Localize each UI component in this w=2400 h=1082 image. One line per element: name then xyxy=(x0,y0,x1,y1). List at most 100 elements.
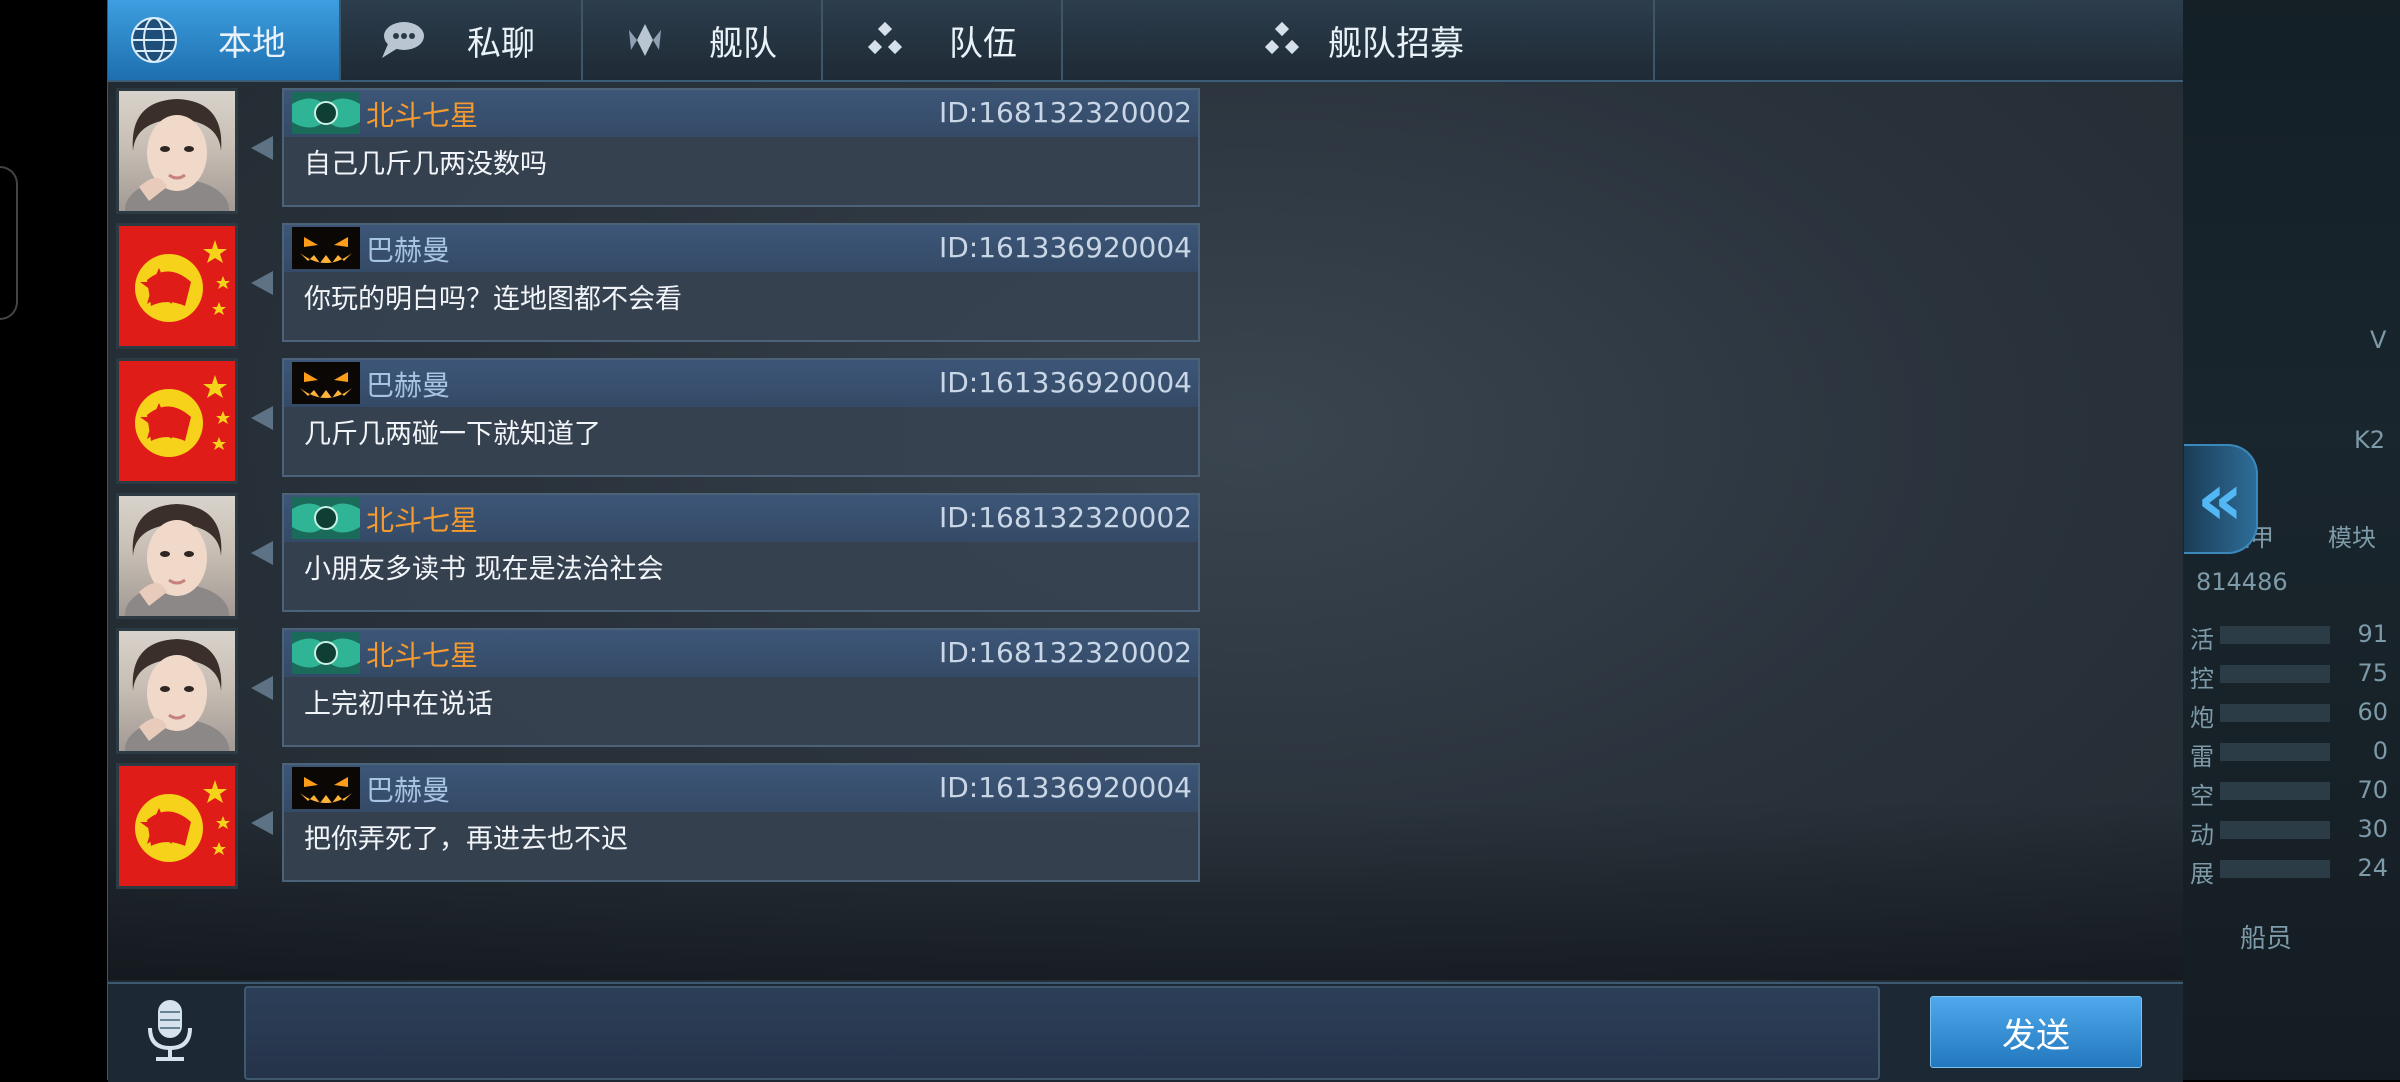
message-text: 几斤几两碰一下就知道了 xyxy=(304,419,601,450)
double-chevron-left-icon: « xyxy=(2196,457,2244,541)
screen-edge-notch xyxy=(0,166,18,320)
bg-stat-label: 活 xyxy=(2190,626,2214,654)
bubble-pointer xyxy=(251,541,273,565)
bubble-pointer xyxy=(251,406,273,430)
message-text: 小朋友多读书 现在是法治社会 xyxy=(304,554,664,585)
tab-fleet-recruit[interactable]: 舰队招募 xyxy=(1065,0,1655,80)
game-screen: 814486 装甲 模块 V K2 活91控75炮60雷0空70动30展24 船… xyxy=(0,0,2400,1082)
message-bubble: 北斗七星 ID:168132320002 上完初中在说话 xyxy=(282,628,1200,747)
bubble-pointer xyxy=(251,136,273,160)
bg-stat-label: 动 xyxy=(2190,821,2214,849)
collapse-panel-button[interactable]: « xyxy=(2184,444,2258,554)
sender-id: ID:161336920004 xyxy=(938,771,1192,804)
message-bubble: 北斗七星 ID:168132320002 自己几斤几两没数吗 xyxy=(282,88,1200,207)
chat-message: 北斗七星 ID:168132320002 小朋友多读书 现在是法治社会 xyxy=(116,493,1201,623)
bg-label-module: 模块 xyxy=(2328,524,2376,552)
message-text: 把你弄死了，再进去也不迟 xyxy=(304,824,628,855)
chat-message: 巴赫曼 ID:161336920004 几斤几两碰一下就知道了 xyxy=(116,358,1201,488)
bg-stat-value: 75 xyxy=(2357,659,2388,687)
sender-name[interactable]: 北斗七星 xyxy=(366,499,478,539)
sender-id: ID:168132320002 xyxy=(938,501,1192,534)
team-dots-icon xyxy=(1254,12,1310,68)
tab-private-chat[interactable]: 私聊 xyxy=(343,0,583,80)
avatar[interactable] xyxy=(116,358,238,484)
bg-stat-bar xyxy=(2220,782,2330,800)
chat-bubble-icon xyxy=(375,12,431,68)
chat-tab-bar: 本地 私聊 舰队 队伍 舰队招募 xyxy=(108,0,2183,82)
bg-stat-value: 0 xyxy=(2372,737,2388,765)
tab-label: 舰队 xyxy=(709,23,777,64)
avatar[interactable] xyxy=(116,763,238,889)
globe-icon xyxy=(126,12,182,68)
sender-id: ID:168132320002 xyxy=(938,636,1192,669)
bg-stat-bar xyxy=(2220,821,2330,839)
sender-id: ID:161336920004 xyxy=(938,366,1192,399)
avatar[interactable] xyxy=(116,88,238,214)
bg-stat-value: 70 xyxy=(2357,776,2388,804)
bg-stat-value: 30 xyxy=(2357,815,2388,843)
message-text: 你玩的明白吗？连地图都不会看 xyxy=(304,284,682,315)
chat-message: 巴赫曼 ID:161336920004 把你弄死了，再进去也不迟 xyxy=(116,763,1201,893)
microphone-icon xyxy=(148,1000,192,1061)
message-header: 巴赫曼 ID:161336920004 xyxy=(284,765,1198,812)
tab-team[interactable]: 队伍 xyxy=(825,0,1063,80)
sender-id: ID:161336920004 xyxy=(938,231,1192,264)
message-header: 北斗七星 ID:168132320002 xyxy=(284,90,1198,137)
bg-stat-bar xyxy=(2220,743,2330,761)
chat-message: 北斗七星 ID:168132320002 上完初中在说话 xyxy=(116,628,1201,758)
message-bubble: 巴赫曼 ID:161336920004 把你弄死了，再进去也不迟 xyxy=(282,763,1200,882)
avatar[interactable] xyxy=(116,628,238,754)
bg-label-k: K2 xyxy=(2354,426,2386,454)
message-bubble: 北斗七星 ID:168132320002 小朋友多读书 现在是法治社会 xyxy=(282,493,1200,612)
bg-stat-label: 控 xyxy=(2190,665,2214,693)
bg-id-fragment: 814486 xyxy=(2196,568,2288,596)
bg-crew-label: 船员 xyxy=(2240,924,2293,954)
bubble-pointer xyxy=(251,271,273,295)
sender-name[interactable]: 巴赫曼 xyxy=(366,769,450,809)
pumpkin-badge-icon xyxy=(292,227,360,269)
bg-stat-value: 60 xyxy=(2357,698,2388,726)
message-bubble: 巴赫曼 ID:161336920004 你玩的明白吗？连地图都不会看 xyxy=(282,223,1200,342)
sender-name[interactable]: 巴赫曼 xyxy=(366,229,450,269)
message-text: 自己几斤几两没数吗 xyxy=(304,149,547,180)
tab-label: 私聊 xyxy=(467,23,535,64)
bg-stat-bar xyxy=(2220,704,2330,722)
tab-label: 舰队招募 xyxy=(1328,23,1464,64)
bg-stat-bar xyxy=(2220,860,2330,878)
message-header: 巴赫曼 ID:161336920004 xyxy=(284,225,1198,272)
tab-label: 队伍 xyxy=(949,23,1017,64)
bg-stat-label: 空 xyxy=(2190,782,2214,810)
pumpkin-badge-icon xyxy=(292,362,360,404)
chat-message: 北斗七星 ID:168132320002 自己几斤几两没数吗 xyxy=(116,88,1201,218)
send-button[interactable]: 发送 xyxy=(1930,996,2142,1068)
chat-input[interactable] xyxy=(244,986,1880,1080)
bg-stat-label: 炮 xyxy=(2190,704,2214,732)
sender-name[interactable]: 北斗七星 xyxy=(366,634,478,674)
message-text: 上完初中在说话 xyxy=(304,689,493,720)
tab-fleet[interactable]: 舰队 xyxy=(585,0,823,80)
bg-label-v: V xyxy=(2370,326,2387,354)
green-emblem-badge-icon xyxy=(292,632,360,674)
message-header: 北斗七星 ID:168132320002 xyxy=(284,630,1198,677)
green-emblem-badge-icon xyxy=(292,92,360,134)
bubble-pointer xyxy=(251,676,273,700)
bubble-pointer xyxy=(251,811,273,835)
bg-stat-bar xyxy=(2220,626,2330,644)
tab-local[interactable]: 本地 xyxy=(108,0,341,80)
green-emblem-badge-icon xyxy=(292,497,360,539)
sender-name[interactable]: 巴赫曼 xyxy=(366,364,450,404)
voice-input-button[interactable] xyxy=(130,990,210,1070)
message-bubble: 巴赫曼 ID:161336920004 几斤几两碰一下就知道了 xyxy=(282,358,1200,477)
pumpkin-badge-icon xyxy=(292,767,360,809)
message-header: 巴赫曼 ID:161336920004 xyxy=(284,360,1198,407)
bg-stat-value: 91 xyxy=(2357,620,2388,648)
bg-stat-bar xyxy=(2220,665,2330,683)
bg-stat-value: 24 xyxy=(2357,854,2388,882)
avatar[interactable] xyxy=(116,223,238,349)
avatar[interactable] xyxy=(116,493,238,619)
bg-stat-label: 展 xyxy=(2190,860,2214,888)
fleet-emblem-icon xyxy=(617,12,673,68)
team-dots-icon xyxy=(857,12,913,68)
sender-name[interactable]: 北斗七星 xyxy=(366,94,478,134)
message-header: 北斗七星 ID:168132320002 xyxy=(284,495,1198,542)
